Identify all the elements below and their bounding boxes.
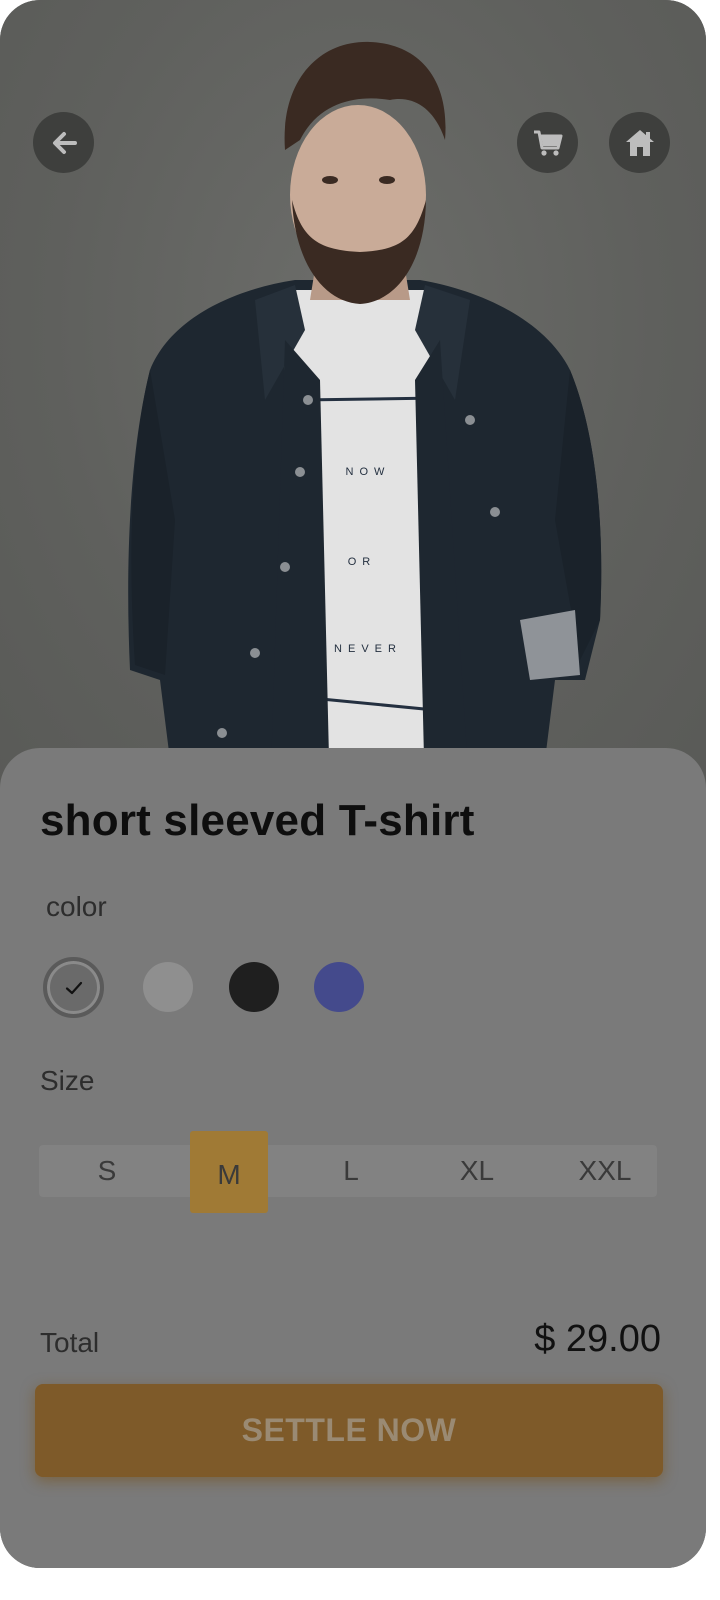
- shirt-print-3: NEVER: [334, 643, 402, 655]
- home-button[interactable]: [609, 112, 670, 173]
- size-option-xxl[interactable]: XXL: [563, 1145, 647, 1197]
- arrow-left-icon: [52, 131, 77, 154]
- color-swatch-blue[interactable]: [314, 962, 364, 1012]
- total-label: Total: [40, 1327, 100, 1358]
- settle-now-button[interactable]: SETTLE NOW: [35, 1384, 663, 1477]
- total-price: $ 29.00: [534, 1318, 661, 1360]
- product-title: short sleeved T-shirt: [40, 796, 475, 845]
- color-swatch-gray-dark-selected[interactable]: [43, 957, 104, 1018]
- color-swatch-gray[interactable]: [143, 962, 193, 1012]
- color-swatch-black[interactable]: [229, 962, 279, 1012]
- shirt-print-1: NOW: [346, 466, 391, 478]
- size-option-s[interactable]: S: [67, 1145, 147, 1197]
- product-image: NOW OR NEVER: [0, 0, 706, 800]
- shirt-print-2: OR: [348, 556, 377, 568]
- color-label: color: [46, 891, 107, 922]
- size-option-xl[interactable]: XL: [437, 1145, 517, 1197]
- model-photo: NOW OR NEVER: [128, 41, 602, 800]
- size-label: Size: [40, 1065, 95, 1096]
- size-option-m-selected[interactable]: M: [190, 1131, 268, 1213]
- check-icon: [65, 981, 82, 994]
- cart-icon: [533, 130, 562, 156]
- phone-screen: NOW OR NEVER short sleeved T-shirt color…: [0, 0, 706, 1568]
- cart-button[interactable]: [517, 112, 578, 173]
- back-button[interactable]: [33, 112, 94, 173]
- size-option-l[interactable]: L: [311, 1145, 391, 1197]
- home-icon: [625, 129, 654, 156]
